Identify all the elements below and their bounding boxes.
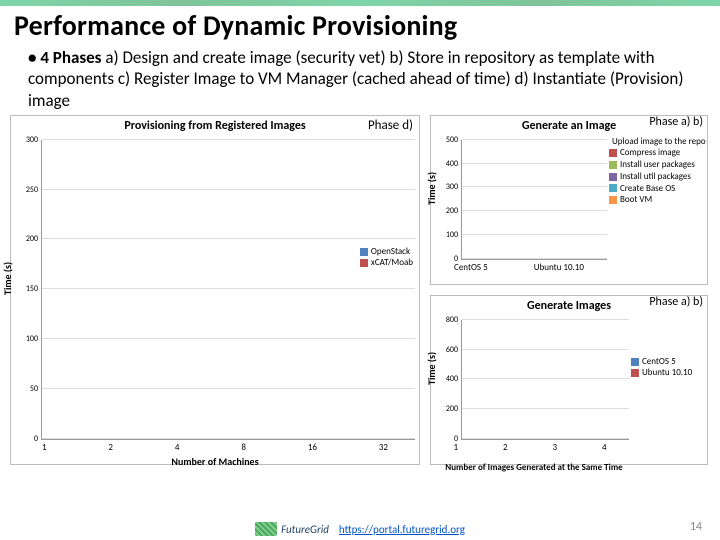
futuregrid-logo-icon: [255, 522, 277, 536]
chart-left-legend: OpenStackxCAT/Moab: [360, 246, 413, 269]
chart-rb-legend: CentOS 5Ubuntu 10.10: [631, 356, 705, 379]
bullet-text: 4 Phases a) Design and create image (sec…: [0, 47, 720, 115]
chart-rb-plot: Time (s) 0200400600800 1234 Number of Im…: [431, 316, 707, 454]
charts-area: Provisioning from Registered Images Phas…: [0, 115, 720, 475]
phase-d-label: Phase d): [368, 118, 413, 133]
chart-left-plot: Time (s) 050100150200250300 12481632 Num…: [11, 136, 419, 454]
futuregrid-logotext: FutureGrid: [281, 523, 329, 536]
page-title: Performance of Dynamic Provisioning: [0, 6, 720, 47]
bullet-body: a) Design and create image (security vet…: [28, 47, 683, 111]
chart-right-bottom: Generate Images Phase a) b) Time (s) 020…: [430, 295, 708, 465]
portal-link[interactable]: https://portal.futuregrid.org: [339, 523, 465, 536]
chart-right-top: Generate an Image Phase a) b) Time (s) 0…: [430, 115, 708, 285]
chart-left-xlabel: Number of Machines: [11, 455, 419, 468]
bullet-lead: 4 Phases: [40, 47, 101, 68]
phase-ab-1-label: Phase a) b): [649, 115, 703, 129]
chart-rb-xlabel: Number of Images Generated at the Same T…: [431, 463, 637, 472]
chart-rt-bars: [463, 140, 605, 260]
chart-left-title: Provisioning from Registered Images: [11, 116, 419, 136]
chart-rb-xaxis: 1234: [431, 442, 629, 454]
chart-rt-xaxis: CentOS 5Ubuntu 10.10: [431, 262, 607, 274]
chart-left-ylabel: Time (s): [1, 262, 14, 295]
chart-left: Provisioning from Registered Images Phas…: [10, 115, 420, 465]
chart-rt-plot: Time (s) 0100200300400500 CentOS 5Ubuntu…: [431, 136, 707, 274]
decorative-top-border: [0, 0, 720, 6]
slide: Performance of Dynamic Provisioning 4 Ph…: [0, 0, 720, 540]
chart-left-bars: [43, 140, 413, 440]
chart-rt-legend: Upload image to the repoCompress imageIn…: [609, 136, 705, 206]
chart-rb-bars: [463, 320, 627, 440]
phase-ab-2-label: Phase a) b): [649, 295, 703, 309]
page-number: 14: [690, 520, 702, 534]
chart-left-xaxis: 12481632: [11, 442, 419, 454]
footer: FutureGrid https://portal.futuregrid.org: [0, 522, 720, 536]
